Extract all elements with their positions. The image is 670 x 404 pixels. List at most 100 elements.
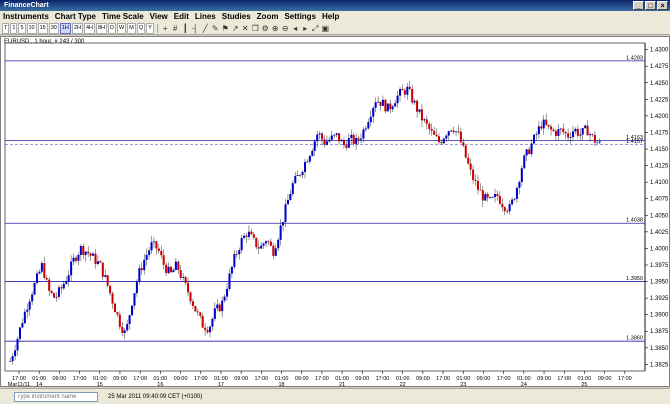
menu-instruments[interactable]: Instruments: [0, 11, 52, 23]
candle-body: [45, 277, 48, 280]
menu-zoom[interactable]: Zoom: [254, 11, 282, 23]
x-tick-label: 09:00: [355, 376, 369, 382]
zoom-out-icon[interactable]: ⊖: [281, 24, 290, 33]
candle-body: [342, 140, 346, 146]
timeframe-d-button[interactable]: D: [108, 23, 116, 34]
candle-body: [598, 141, 601, 143]
menu-help[interactable]: Help: [319, 11, 342, 23]
last-price-label: 1.4157: [626, 139, 643, 145]
crosshair-icon[interactable]: +: [161, 24, 170, 33]
x-tick-label: 09:00: [537, 376, 551, 382]
candle-body: [104, 275, 107, 277]
x-tick-label: 09:00: [416, 376, 430, 382]
y-tick-label: 1.4025: [650, 230, 669, 236]
timeframe-10-button[interactable]: 10: [26, 23, 37, 34]
menu-studies[interactable]: Studies: [219, 11, 254, 23]
timeframe-y-button[interactable]: Y: [146, 23, 154, 34]
price-chart[interactable]: 1.4300 1.4275 1.4250 1.4225 1.4200 1.4175 1.41…: [1, 37, 669, 388]
grid-icon[interactable]: #: [171, 24, 180, 33]
candle-body: [540, 126, 543, 129]
candle-body: [367, 122, 370, 129]
candle-body: [33, 283, 36, 295]
candle-body: [131, 305, 134, 316]
candle-body: [357, 138, 360, 140]
candle-body: [406, 86, 409, 95]
candle-body: [135, 281, 138, 294]
candle-body: [474, 180, 477, 181]
candle-body: [94, 253, 97, 265]
timeframe-2h-button[interactable]: 2H: [71, 23, 83, 34]
timeframe-1h-button[interactable]: 1H: [59, 23, 71, 34]
candle-body: [518, 181, 521, 188]
lock-icon[interactable]: ▣: [321, 24, 330, 33]
candle-body: [398, 89, 402, 96]
timeframe-4h-button[interactable]: 4H: [83, 23, 95, 34]
menu-lines[interactable]: Lines: [192, 11, 219, 23]
bars-icon[interactable]: ┤: [191, 24, 200, 33]
timeframe-5-button[interactable]: 5: [18, 23, 26, 34]
timeframe-m-button[interactable]: M: [127, 23, 136, 34]
candle-body: [289, 193, 292, 201]
candle-body: [291, 183, 294, 194]
line-icon[interactable]: ╱: [201, 24, 210, 33]
candle-body: [23, 311, 26, 324]
timeframe-8h-button[interactable]: 8H: [95, 23, 107, 34]
candle-body: [396, 95, 399, 104]
candle-body: [182, 277, 185, 278]
minimize-button[interactable]: _: [633, 1, 644, 10]
menu-edit[interactable]: Edit: [171, 11, 192, 23]
candle-body: [321, 133, 324, 140]
menu-time-scale[interactable]: Time Scale: [99, 11, 147, 23]
candle-body: [437, 136, 441, 143]
copy-icon[interactable]: ❐: [251, 24, 260, 33]
candle-body: [384, 99, 387, 112]
timeframe-q-button[interactable]: Q: [136, 23, 146, 34]
candle-body: [442, 138, 445, 144]
chart-area[interactable]: 1.4300 1.4275 1.4250 1.4225 1.4200 1.4175 1.41…: [0, 36, 670, 388]
delete-icon[interactable]: ✕: [241, 24, 250, 33]
close-button[interactable]: ×: [657, 1, 668, 10]
settings-icon[interactable]: ⚙: [261, 24, 270, 33]
candle-body: [84, 251, 87, 255]
timeframe-30-button[interactable]: 30: [48, 23, 59, 34]
candle-body: [445, 135, 448, 139]
menu-view[interactable]: View: [147, 11, 171, 23]
candle-body: [92, 253, 95, 256]
candle-body: [89, 253, 92, 256]
line-price-label: 1.3950: [626, 276, 643, 282]
candle-body: [184, 277, 187, 283]
candle-body: [208, 326, 212, 333]
candle-body: [286, 200, 289, 205]
candles-icon[interactable]: ┃: [181, 24, 190, 33]
timeframe-t-button[interactable]: T: [2, 23, 10, 34]
candle-body: [377, 101, 380, 103]
menu-chart-type[interactable]: Chart Type: [52, 11, 99, 23]
candle-body: [87, 251, 90, 254]
zoom-in-icon[interactable]: ⊕: [271, 24, 280, 33]
fit-icon[interactable]: ⤢: [311, 24, 320, 33]
menu-settings[interactable]: Settings: [281, 11, 319, 23]
flag-icon[interactable]: ⚑: [221, 24, 230, 33]
candle-body: [515, 187, 518, 199]
candle-body: [194, 305, 197, 312]
candle-body: [496, 194, 499, 197]
candle-body: [389, 103, 392, 110]
candle-body: [247, 231, 250, 237]
timeframe-15-button[interactable]: 15: [37, 23, 48, 34]
candle-body: [362, 129, 365, 139]
candle-body: [338, 133, 341, 142]
day-label: 17: [218, 382, 224, 386]
arrow-icon[interactable]: ↗: [231, 24, 240, 33]
pen-icon[interactable]: ✎: [211, 24, 220, 33]
instrument-search-input[interactable]: [14, 391, 98, 402]
timeframe-w-button[interactable]: W: [116, 23, 127, 34]
x-tick-label: 09:00: [234, 376, 248, 382]
scroll-left-icon[interactable]: ◂: [291, 24, 300, 33]
candle-body: [218, 304, 221, 312]
candle-body: [277, 239, 280, 249]
candle-body: [257, 247, 260, 249]
candle-body: [294, 175, 297, 184]
scroll-right-icon[interactable]: ▸: [301, 24, 310, 33]
timeframe-1-button[interactable]: 1: [10, 23, 18, 34]
maximize-button[interactable]: □: [645, 1, 656, 10]
